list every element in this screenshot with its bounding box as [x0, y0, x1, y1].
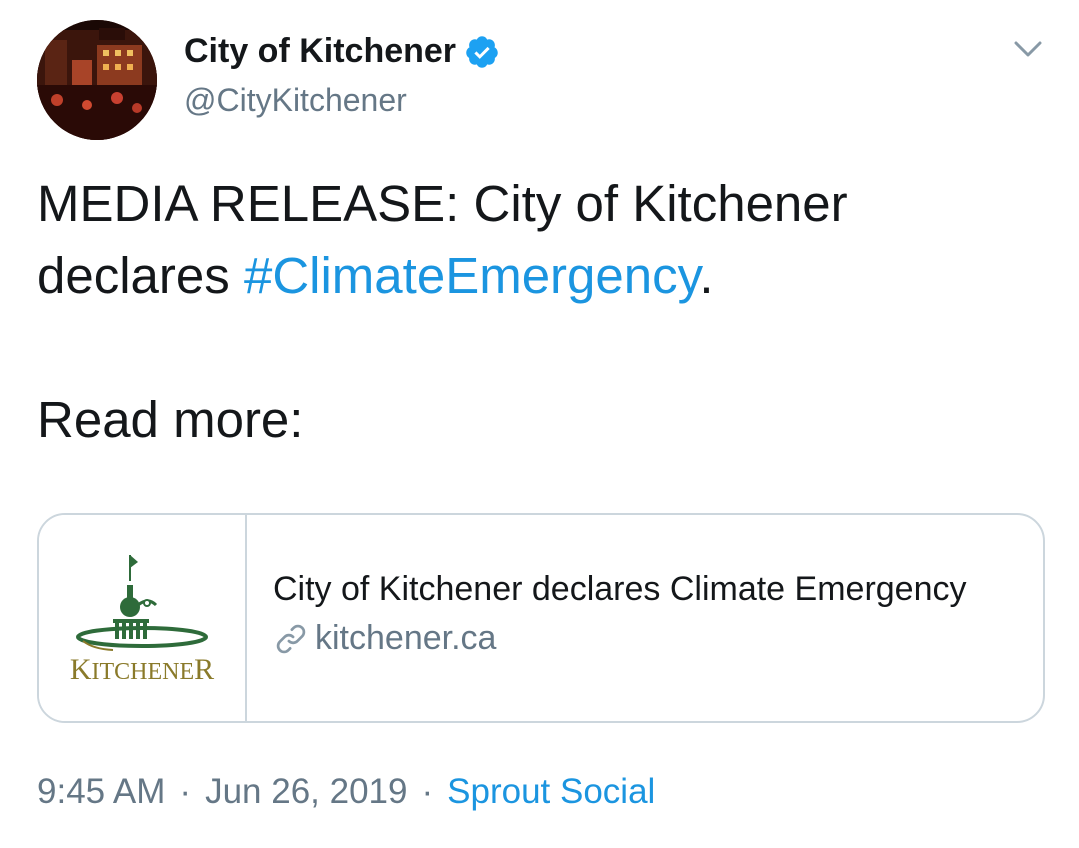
card-title: City of Kitchener declares Climate Emerg… [273, 570, 967, 608]
card-thumbnail: KITCHENER [39, 515, 247, 721]
hashtag-link[interactable]: #ClimateEmergency [244, 247, 699, 304]
read-more-text: Read more: [37, 391, 304, 448]
display-name-text: City of Kitchener [184, 32, 457, 70]
kitchener-logo: KITCHENER [70, 555, 214, 686]
chevron-down-icon[interactable] [1010, 34, 1046, 64]
tweet-text-line-2: declares #ClimateEmergency. [37, 240, 1047, 312]
tweet-time[interactable]: 9:45 AM [37, 772, 165, 812]
tweet-text-suffix: . [699, 247, 714, 304]
card-body: City of Kitchener declares Climate Emerg… [247, 515, 1043, 721]
tweet-text-line-1: MEDIA RELEASE: City of Kitchener [37, 175, 848, 232]
tweet-text-prefix: declares [37, 247, 244, 304]
card-domain: kitchener.ca [273, 619, 1043, 658]
tweet-text: MEDIA RELEASE: City of Kitchener declare… [37, 168, 1047, 456]
display-name[interactable]: City of Kitchener [184, 32, 500, 71]
tweet-date[interactable]: Jun 26, 2019 [205, 772, 407, 812]
meta-separator-2: · [421, 772, 434, 811]
avatar[interactable] [37, 20, 157, 140]
handle[interactable]: @CityKitchener [184, 82, 407, 119]
link-preview-card[interactable]: KITCHENER City of Kitchener declares Cli… [37, 513, 1045, 723]
meta-separator-1: · [179, 772, 192, 811]
tweet-meta: 9:45 AM · Jun 26, 2019 · Sprout Social [37, 772, 655, 812]
avatar-image [37, 20, 157, 140]
tweet-source-link[interactable]: Sprout Social [447, 772, 655, 812]
verified-badge-icon [466, 35, 498, 68]
card-domain-text: kitchener.ca [315, 619, 497, 657]
logo-wordmark: KITCHENER [70, 653, 214, 686]
link-icon [276, 624, 306, 653]
